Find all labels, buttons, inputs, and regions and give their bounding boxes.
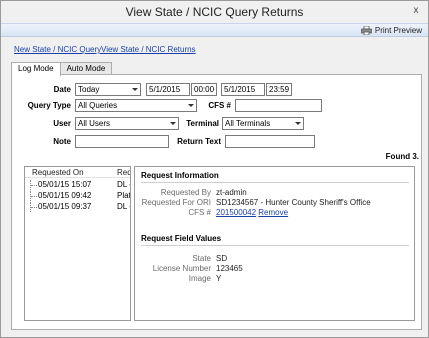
date-range-select[interactable]: Today: [75, 83, 141, 96]
remove-cfs-link[interactable]: Remove: [258, 208, 288, 217]
end-date-field[interactable]: 5/1/2015: [221, 83, 265, 96]
window-title: View State / NCIC Query Returns: [125, 5, 304, 19]
requested-by-label: Requested By: [160, 188, 211, 197]
user-value: All Users: [78, 119, 111, 128]
end-time-field[interactable]: 23:59: [266, 83, 292, 96]
start-time-field[interactable]: 00:00: [191, 83, 217, 96]
terminal-select[interactable]: All Terminals: [222, 117, 304, 130]
request-detail-pane: Request Information Requested By zt-admi…: [134, 166, 415, 321]
return-text-field[interactable]: [225, 135, 315, 148]
title-bar[interactable]: View State / NCIC Query Returns x: [1, 1, 428, 23]
requested-for-ori-value: SD1234567 - Hunter County Sheriff's Offi…: [216, 198, 371, 207]
section-divider: [141, 182, 409, 183]
req-cell: DL -: [117, 180, 130, 189]
tree-connector: [30, 202, 37, 212]
print-preview-button[interactable]: Print Preview: [361, 24, 422, 37]
tree-connector: [30, 180, 37, 190]
note-field[interactable]: [75, 135, 169, 148]
cfs-field[interactable]: [235, 99, 322, 112]
state-label: State: [192, 254, 211, 263]
tree-connector: [30, 191, 37, 201]
detail-cfs-label: CFS #: [188, 208, 211, 217]
date-label: Date: [53, 85, 71, 94]
terminal-label: Terminal: [186, 119, 219, 128]
req-cell: DL -: [117, 202, 130, 211]
image-label: Image: [188, 274, 211, 283]
req-cell: Plate: [117, 191, 130, 200]
results-list[interactable]: Requested On Req 05/01/15 15:07 DL - 05/…: [24, 166, 131, 321]
requested-by-value: zt-admin: [216, 188, 247, 197]
request-info-title: Request Information: [141, 171, 219, 180]
return-text-label: Return Text: [177, 137, 221, 146]
cfs-label: CFS #: [208, 101, 231, 110]
state-value: SD: [216, 254, 228, 263]
query-returns-window: View State / NCIC Query Returns x Print …: [0, 0, 429, 338]
requested-on-cell: 05/01/15 15:07: [38, 180, 92, 189]
tab-log-mode[interactable]: Log Mode: [11, 62, 61, 76]
terminal-value: All Terminals: [225, 119, 271, 128]
column-requested-on[interactable]: Requested On: [32, 168, 84, 177]
query-type-select[interactable]: All Queries: [75, 99, 197, 112]
user-label: User: [53, 119, 71, 128]
view-returns-link[interactable]: View State / NCIC Returns: [101, 45, 196, 54]
start-date-field[interactable]: 5/1/2015: [146, 83, 190, 96]
detail-cfs-value: 201500042 Remove: [216, 208, 288, 217]
new-query-link[interactable]: New State / NCIC Query: [14, 45, 101, 54]
results-count: Found 3.: [385, 152, 419, 161]
chevron-down-icon: [185, 100, 196, 111]
list-item[interactable]: 05/01/15 15:07 DL -: [25, 180, 130, 190]
field-values-title: Request Field Values: [141, 234, 222, 243]
list-item[interactable]: 05/01/15 09:42 Plate: [25, 191, 130, 201]
column-req[interactable]: Req: [117, 168, 130, 177]
toolbar: Print Preview: [1, 23, 428, 37]
chevron-down-icon: [292, 118, 303, 129]
user-select[interactable]: All Users: [75, 117, 179, 130]
list-item[interactable]: 05/01/15 09:37 DL -: [25, 202, 130, 212]
requested-on-cell: 05/01/15 09:42: [38, 191, 92, 200]
date-range-value: Today: [78, 85, 100, 94]
query-type-label: Query Type: [27, 101, 71, 110]
close-button[interactable]: x: [411, 6, 421, 16]
printer-icon: [361, 26, 372, 35]
license-number-value: 123465: [216, 264, 243, 273]
section-divider: [141, 245, 409, 246]
note-label: Note: [53, 137, 71, 146]
query-type-value: All Queries: [78, 101, 118, 110]
requested-for-ori-label: Requested For ORI: [141, 198, 211, 207]
requested-on-cell: 05/01/15 09:37: [38, 202, 92, 211]
chevron-down-icon: [167, 118, 178, 129]
list-header: Requested On Req: [25, 167, 130, 178]
cfs-number-link[interactable]: 201500042: [216, 208, 256, 217]
print-preview-label: Print Preview: [374, 26, 422, 35]
license-number-label: License Number: [152, 264, 211, 273]
chevron-down-icon: [129, 84, 140, 95]
image-value: Y: [216, 274, 222, 283]
